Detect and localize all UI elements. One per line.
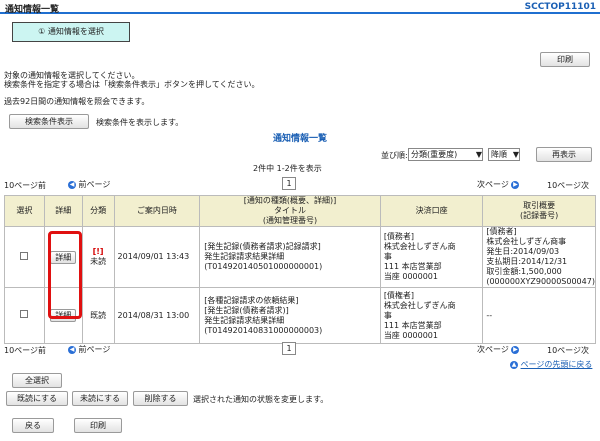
next-page-label: 次ページ [477, 345, 509, 354]
account-cell: [債務者] 株式会社しずぎん商 事 111 本店営業部 当座 0000001 [379, 226, 484, 288]
important-tag: [!] [92, 247, 104, 256]
table-header-row: 選択 詳細 分類 ご案内日時 [通知の種類(概要、詳細)] タイトル (通知管理… [4, 195, 596, 227]
back-button[interactable]: 戻る [12, 418, 54, 433]
col-header-category: 分類 [81, 195, 115, 227]
arrow-left-icon: ◀ [68, 180, 76, 189]
account-number: 当座 0000001 [383, 330, 438, 340]
col-header-date: ご案内日時 [113, 195, 201, 227]
chevron-down-icon: ▼ [475, 150, 482, 159]
notification-table: 選択 詳細 分類 ご案内日時 [通知の種類(概要、詳細)] タイトル (通知管理… [4, 195, 596, 344]
notice-id: (T014920140831000000003) [204, 325, 323, 335]
notice-type: [各種記録請求の依頼結果] [204, 295, 299, 305]
row-checkbox[interactable] [20, 251, 29, 260]
tx-due-date: 支払期日:2014/12/31 [486, 257, 568, 266]
tx-record-number: (000000XYZ90000S00047) [486, 277, 595, 286]
search-conditions-button[interactable]: 検索条件表示 [9, 114, 89, 129]
print-button-bottom[interactable]: 印刷 [74, 418, 122, 433]
mark-unread-button[interactable]: 未読にする [72, 391, 128, 406]
prev-page-link-bottom[interactable]: ◀ 前ページ [68, 344, 110, 355]
col-header-account: 決済口座 [379, 195, 484, 227]
delete-button[interactable]: 削除する [133, 391, 188, 406]
date-cell: 2014/09/01 13:43 [113, 226, 201, 288]
list-title: 通知情報一覧 [272, 134, 327, 144]
tx-role: [債務者] [486, 227, 517, 236]
header-bar: 通知情報一覧 SCCTOP11101 [0, 0, 600, 15]
bulk-hint: 選択された通知の状態を変更します。 [193, 395, 329, 404]
tx-party: 株式会社しずぎん商事 [486, 237, 567, 246]
row-checkbox[interactable] [20, 310, 29, 318]
account-role: [債権者] [383, 290, 415, 300]
account-name-cont: 事 [383, 310, 392, 320]
sort-field-select[interactable]: 分類(重要度) ▼ [408, 148, 483, 161]
col-header-detail: 詳細 [43, 195, 83, 227]
page-number-bottom[interactable]: 1 [282, 342, 296, 355]
table-row: 詳細 既読 2014/08/31 13:00 [各種記録請求の依頼結果] [発生… [4, 287, 596, 344]
account-name: 株式会社しずぎん商 [383, 300, 456, 310]
category-cell: 既読 [81, 287, 115, 344]
back-to-top-label: ページの先頭に戻る [520, 360, 593, 369]
table-row: 詳細 [!] 未読 2014/09/01 13:43 [発生記録(債務者請求)記… [4, 226, 596, 288]
account-branch: 111 本店営業部 [383, 262, 442, 271]
next-10-pages-bottom: 10ページ次 [547, 346, 590, 355]
tx-issue-date: 発生日:2014/09/03 [486, 247, 560, 256]
count-text: 2件中 1-2件を表示 [253, 164, 322, 173]
next-page-label: 次ページ [477, 180, 509, 189]
col-header-notice: [通知の種類(概要、詳細)] タイトル (通知管理番号) [199, 195, 381, 227]
select-cell [4, 287, 45, 344]
next-page-link[interactable]: 次ページ ▶ [477, 179, 520, 190]
arrow-right-icon: ▶ [511, 180, 520, 189]
screen-code: SCCTOP11101 [524, 2, 596, 12]
read-status: 未読 [90, 257, 107, 266]
account-name: 株式会社しずぎん商 [383, 242, 456, 251]
prev-10-pages: 10ページ前 [4, 181, 47, 190]
back-to-top-link[interactable]: ▲ ページの先頭に戻る [510, 359, 592, 370]
print-button-top[interactable]: 印刷 [540, 52, 590, 67]
arrow-right-icon: ▶ [511, 345, 520, 354]
sort-order-select[interactable]: 降順 ▼ [488, 148, 520, 161]
step-indicator: ① 通知情報を選択 [12, 22, 130, 42]
search-hint: 検索条件を表示します。 [96, 118, 184, 127]
highlight-frame [48, 231, 82, 319]
page-number[interactable]: 1 [282, 177, 296, 190]
account-number: 当座 0000001 [383, 272, 438, 281]
account-branch: 111 本店営業部 [383, 320, 442, 330]
col-header-select: 選択 [4, 195, 45, 227]
account-name-cont: 事 [383, 252, 392, 261]
col-header-transaction: 取引概要 (記録番号) [482, 195, 596, 227]
prev-page-label: 前ページ [78, 180, 111, 189]
notice-cell: [各種記録請求の依頼結果] [発生記録(債務者請求)] 発生記録請求結果詳細 (… [199, 287, 381, 344]
arrow-up-icon: ▲ [510, 360, 518, 369]
chevron-down-icon: ▼ [512, 150, 519, 159]
sort-field-value: 分類(重要度) [411, 150, 458, 159]
notice-id: (T014920140501000000001) [204, 262, 323, 271]
category-cell: [!] 未読 [81, 226, 115, 288]
arrow-left-icon: ◀ [68, 345, 76, 354]
transaction-cell: -- [482, 287, 596, 344]
select-cell [4, 226, 45, 288]
mark-read-button[interactable]: 既読にする [6, 391, 68, 406]
notice-title: 発生記録請求結果詳細 [204, 252, 285, 261]
sort-label: 並び順: [381, 151, 408, 160]
page-title: 通知情報一覧 [5, 5, 60, 15]
tx-amount: 取引金額:1,500,000 [486, 267, 562, 276]
notice-subtype: [発生記録(債務者請求)] [204, 305, 289, 315]
next-10-pages: 10ページ次 [547, 181, 590, 190]
read-status: 既読 [90, 310, 107, 320]
transaction-cell: [債務者] 株式会社しずぎん商事 発生日:2014/09/03 支払期日:201… [482, 226, 596, 288]
prev-page-label: 前ページ [78, 345, 111, 354]
prev-10-pages-bottom: 10ページ前 [4, 346, 47, 355]
prev-page-link[interactable]: ◀ 前ページ [68, 179, 110, 190]
account-role: [債務者] [383, 232, 415, 241]
account-cell: [債権者] 株式会社しずぎん商 事 111 本店営業部 当座 0000001 [379, 287, 484, 344]
sort-order-value: 降順 [491, 150, 507, 159]
instruction-line-2: 検索条件を指定する場合は「検索条件表示」ボタンを押してください。 [4, 80, 260, 89]
notice-title: 発生記録請求結果詳細 [204, 315, 285, 325]
instruction-line-3: 過去92日間の通知情報を照会できます。 [4, 97, 150, 106]
select-all-button[interactable]: 全選択 [12, 373, 62, 388]
notice-type: [発生記録(債務者請求)記録請求] [204, 242, 321, 251]
date-cell: 2014/08/31 13:00 [113, 287, 201, 344]
redisplay-button[interactable]: 再表示 [536, 147, 592, 162]
notice-cell: [発生記録(債務者請求)記録請求] 発生記録請求結果詳細 (T014920140… [199, 226, 381, 288]
next-page-link-bottom[interactable]: 次ページ ▶ [477, 344, 520, 355]
